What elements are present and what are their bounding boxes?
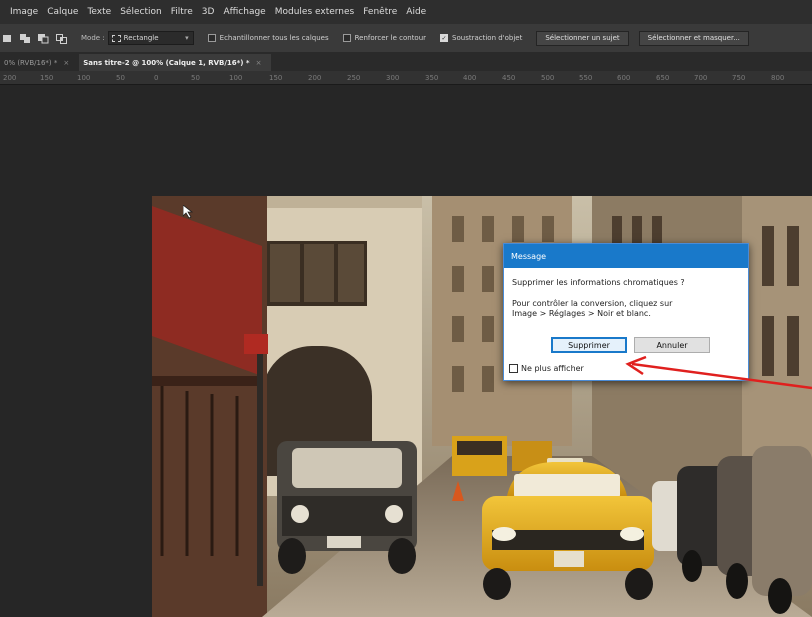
mode-value: Rectangle <box>123 34 159 42</box>
ruler-tick: 650 <box>656 74 670 82</box>
menu-image[interactable]: Image <box>10 7 38 17</box>
cancel-button[interactable]: Annuler <box>634 337 710 353</box>
subtract-selection-icon[interactable] <box>38 33 49 44</box>
dialog-title: Message <box>504 244 748 268</box>
menu-select[interactable]: Sélection <box>120 7 161 17</box>
menu-plugins[interactable]: Modules externes <box>275 7 355 17</box>
select-subject-button[interactable]: Sélectionner un sujet <box>536 30 629 46</box>
mouse-cursor-icon <box>183 205 193 219</box>
ruler-tick: 600 <box>617 74 631 82</box>
sample-all-layers-checkbox[interactable]: Echantillonner tous les calques <box>207 34 329 42</box>
close-icon[interactable]: × <box>256 59 262 67</box>
dont-show-again-checkbox[interactable]: Ne plus afficher <box>509 364 584 373</box>
marquee-icon <box>111 34 121 42</box>
ruler-tick: 250 <box>347 74 361 82</box>
checkbox-box <box>342 34 351 42</box>
ruler-tick: 500 <box>541 74 555 82</box>
mode-select[interactable]: Rectangle ▾ <box>107 31 194 45</box>
checkbox-box <box>207 34 216 42</box>
menu-3d[interactable]: 3D <box>202 7 215 17</box>
ruler-tick: 800 <box>771 74 785 82</box>
object-subtract-label: Soustraction d'objet <box>452 34 523 42</box>
object-subtract-checkbox[interactable]: ✓ Soustraction d'objet <box>440 34 522 42</box>
dont-show-again-label: Ne plus afficher <box>521 364 584 373</box>
options-bar: Mode : Rectangle ▾ Echantillonner tous l… <box>0 24 812 52</box>
delete-button[interactable]: Supprimer <box>551 337 627 353</box>
enhance-edge-checkbox[interactable]: Renforcer le contour <box>342 34 427 42</box>
chevron-down-icon: ▾ <box>185 34 189 42</box>
add-selection-icon[interactable] <box>20 33 31 44</box>
document-tab-2[interactable]: Sans titre-2 @ 100% (Calque 1, RVB/16*) … <box>79 54 272 71</box>
ruler-tick: 150 <box>40 74 54 82</box>
ruler-tick: 700 <box>694 74 708 82</box>
checkbox-checked-icon: ✓ <box>440 34 449 42</box>
select-and-mask-button[interactable]: Sélectionner et masquer... <box>638 30 749 46</box>
ruler-tick: 450 <box>502 74 516 82</box>
menu-type[interactable]: Texte <box>87 7 111 17</box>
menu-window[interactable]: Fenêtre <box>363 7 397 17</box>
menu-filter[interactable]: Filtre <box>171 7 193 17</box>
menu-view[interactable]: Affichage <box>223 7 265 17</box>
ruler-tick: 200 <box>308 74 322 82</box>
checkbox-box <box>509 364 518 373</box>
document-tabs: 0% (RVB/16*) * × Sans titre-2 @ 100% (Ca… <box>0 52 812 71</box>
ruler-tick: 0 <box>154 74 159 82</box>
intersect-selection-icon[interactable] <box>56 33 67 44</box>
ruler-tick: 350 <box>425 74 439 82</box>
ruler-tick: 400 <box>463 74 477 82</box>
enhance-edge-label: Renforcer le contour <box>354 34 427 42</box>
new-selection-icon[interactable] <box>2 33 13 44</box>
mode-label: Mode : <box>81 34 105 42</box>
sample-all-layers-label: Echantillonner tous les calques <box>219 34 329 42</box>
ruler-tick: 100 <box>77 74 91 82</box>
tab-label: 0% (RVB/16*) * <box>4 58 58 67</box>
dialog-info-line-2: Image > Réglages > Noir et blanc. <box>512 309 651 318</box>
ruler-tick: 50 <box>191 74 200 82</box>
menu-bar: Image Calque Texte Sélection Filtre 3D A… <box>0 0 812 24</box>
ruler-tick: 100 <box>229 74 243 82</box>
ruler-tick: 150 <box>269 74 283 82</box>
tab-label: Sans titre-2 @ 100% (Calque 1, RVB/16*) … <box>83 58 250 67</box>
ruler-tick: 750 <box>732 74 746 82</box>
ruler-tick: 200 <box>3 74 17 82</box>
close-icon[interactable]: × <box>63 59 69 67</box>
ruler-tick: 300 <box>386 74 400 82</box>
menu-help[interactable]: Aide <box>406 7 426 17</box>
horizontal-ruler: 200 150 100 50 0 50 100 150 200 250 300 … <box>0 71 812 85</box>
document-tab-1[interactable]: 0% (RVB/16*) * × <box>0 54 79 71</box>
message-dialog: Message Supprimer les informations chrom… <box>503 243 749 381</box>
ruler-tick: 50 <box>116 74 125 82</box>
ruler-tick: 550 <box>579 74 593 82</box>
menu-layer[interactable]: Calque <box>47 7 78 17</box>
dialog-info-line-1: Pour contrôler la conversion, cliquez su… <box>512 299 673 308</box>
dialog-question: Supprimer les informations chromatiques … <box>512 278 685 287</box>
